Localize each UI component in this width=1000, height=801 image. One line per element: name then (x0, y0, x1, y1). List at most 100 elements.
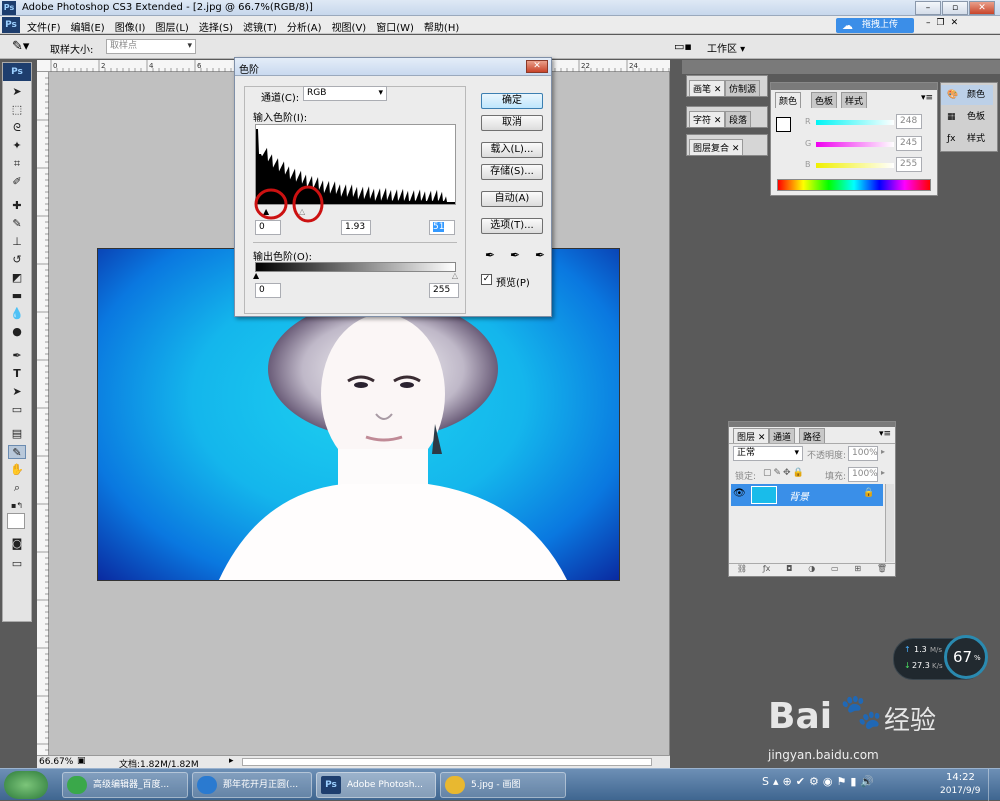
preview-checkbox[interactable]: ✓ (481, 274, 492, 285)
tray-icon-1[interactable]: ⊕ (783, 775, 792, 795)
lasso-tool-icon[interactable]: ᘓ (8, 121, 26, 135)
layer-style-icon[interactable]: ƒx (763, 564, 771, 576)
foreground-swatch[interactable] (776, 117, 791, 132)
magic-wand-tool-icon[interactable]: ✦ (8, 139, 26, 153)
tray-icon-4[interactable]: ◉ (823, 775, 833, 795)
output-white-field[interactable]: 255 (429, 283, 459, 298)
layer-row-background[interactable]: 👁 背景 🔒 (731, 484, 883, 506)
load-button[interactable]: 载入(L)... (481, 142, 543, 158)
channel-select[interactable]: RGB ▾ (303, 86, 387, 101)
path-selection-icon[interactable]: ➤ (8, 385, 26, 399)
r-value[interactable]: 248 (896, 114, 922, 129)
task-editor[interactable]: 高级编辑器_百度... (62, 772, 188, 798)
fill-arrow-icon[interactable]: ▸ (881, 468, 885, 477)
show-desktop-button[interactable] (988, 769, 1000, 801)
maximize-button[interactable]: ▫ (942, 1, 968, 15)
tab-color[interactable]: 颜色 (775, 92, 802, 108)
tab-channels[interactable]: 通道 (769, 428, 796, 444)
fill-field[interactable]: 100% (848, 467, 878, 482)
start-button[interactable] (4, 771, 48, 799)
layers-menu-icon[interactable]: ▾≡ (879, 429, 891, 439)
delete-layer-icon[interactable]: 🗑 (877, 564, 887, 576)
dodge-tool-icon[interactable]: ● (8, 325, 26, 339)
network-icon[interactable]: ▮ (850, 775, 856, 795)
horizontal-scrollbar[interactable] (242, 758, 652, 766)
eraser-tool-icon[interactable]: ◩ (8, 271, 26, 285)
pen-tool-icon[interactable]: ✒ (8, 349, 26, 363)
eyedropper-tool-icon[interactable]: ✎▾ (12, 39, 29, 54)
layers-scrollbar[interactable] (885, 484, 894, 562)
dock-swatches-item[interactable]: ▦ 色板 (941, 107, 993, 127)
input-white-field[interactable]: 51 (429, 220, 455, 235)
menu-item-7[interactable]: 视图(V) (327, 19, 372, 34)
tab-paragraph[interactable]: 段落 (725, 111, 752, 127)
input-black-field[interactable]: 0 (255, 220, 281, 235)
tab-clone-source[interactable]: 仿制源 (725, 80, 761, 96)
menu-item-2[interactable]: 图像(I) (110, 19, 151, 34)
g-slider[interactable] (816, 142, 894, 147)
tab-layer-comps[interactable]: 图层复合 ✕ (689, 139, 744, 155)
opacity-arrow-icon[interactable]: ▸ (881, 447, 885, 456)
task-paint[interactable]: 5.jpg - 画图 (440, 772, 566, 798)
add-mask-icon[interactable]: ◘ (786, 564, 792, 576)
crop-tool-icon[interactable]: ⌗ (8, 157, 26, 171)
volume-icon[interactable]: 🔊 (860, 775, 874, 795)
color-spectrum-bar[interactable] (777, 179, 931, 191)
notes-tool-icon[interactable]: ▤ (8, 427, 26, 441)
panel-menu-icon[interactable]: ▾≡ (921, 93, 933, 103)
task-video[interactable]: 那年花开月正圆(... (192, 772, 312, 798)
doc-close-icon[interactable]: ✕ (951, 18, 959, 32)
eye-visibility-icon[interactable]: 👁 (733, 488, 746, 499)
ime-icon[interactable]: S (762, 775, 769, 795)
lock-icons[interactable]: ▢✎✥🔒 (763, 468, 806, 478)
minimize-button[interactable]: – (915, 1, 941, 15)
move-tool-icon[interactable]: ➤ (8, 85, 26, 99)
menu-item-6[interactable]: 分析(A) (282, 19, 327, 34)
status-menu-arrow-icon[interactable]: ▸ (229, 756, 234, 766)
output-black-field[interactable]: 0 (255, 283, 281, 298)
ok-button[interactable]: 确定 (481, 93, 543, 109)
healing-brush-icon[interactable]: ✚ (8, 199, 26, 213)
opacity-field[interactable]: 100% (848, 446, 878, 461)
tab-paths[interactable]: 路径 (799, 428, 826, 444)
history-brush-icon[interactable]: ↺ (8, 253, 26, 267)
link-layers-icon[interactable]: ⛓ (737, 564, 747, 576)
cancel-button[interactable]: 取消 (481, 115, 543, 131)
gray-eyedropper-icon[interactable]: ✒ (510, 248, 520, 262)
hand-tool-icon[interactable]: ✋ (8, 463, 26, 477)
auto-button[interactable]: 自动(A) (481, 191, 543, 207)
tab-styles[interactable]: 样式 (841, 92, 868, 108)
output-white-handle-icon[interactable]: △ (452, 271, 458, 280)
clone-stamp-icon[interactable]: ⊥ (8, 235, 26, 249)
eyedropper-tool-icon-active[interactable]: ✎ (8, 445, 26, 459)
clock-date[interactable]: 2017/9/9 (940, 786, 980, 796)
clock-time[interactable]: 14:22 (946, 772, 975, 783)
menu-item-0[interactable]: 文件(F) (22, 19, 66, 34)
tab-swatches[interactable]: 色板 (811, 92, 838, 108)
upload-button[interactable]: ☁ 拖拽上传 (836, 18, 914, 33)
menu-item-1[interactable]: 编辑(E) (66, 19, 110, 34)
menu-item-8[interactable]: 窗口(W) (371, 19, 419, 34)
b-value[interactable]: 255 (896, 157, 922, 172)
close-button[interactable]: ✕ (969, 1, 995, 15)
dialog-close-icon[interactable]: ✕ (526, 60, 548, 73)
menu-item-3[interactable]: 图层(L) (150, 19, 193, 34)
slice-tool-icon[interactable]: ✐ (8, 175, 26, 189)
screen-mode-icon[interactable]: ▭ (8, 557, 26, 571)
adjustment-layer-icon[interactable]: ◑ (808, 564, 815, 576)
zoom-tool-icon[interactable]: ⌕ (8, 481, 26, 495)
input-gamma-field[interactable]: 1.93 (341, 220, 371, 235)
save-button[interactable]: 存储(S)... (481, 164, 543, 180)
tab-layers[interactable]: 图层 ✕ (733, 428, 770, 444)
tab-brushes[interactable]: 画笔 ✕ (689, 80, 726, 96)
tab-character[interactable]: 字符 ✕ (689, 111, 726, 127)
blend-mode-select[interactable]: 正常 ▾ (733, 446, 803, 461)
zoom-level[interactable]: 66.67% (39, 757, 73, 767)
white-eyedropper-icon[interactable]: ✒ (535, 248, 545, 262)
doc-restore-icon[interactable]: ❐ (937, 18, 945, 32)
menu-item-5[interactable]: 滤镜(T) (238, 19, 282, 34)
sample-size-select[interactable]: 取样点 ▾ (106, 39, 196, 54)
marquee-tool-icon[interactable]: ⬚ (8, 103, 26, 117)
black-eyedropper-icon[interactable]: ✒ (485, 248, 495, 262)
menu-item-4[interactable]: 选择(S) (194, 19, 238, 34)
